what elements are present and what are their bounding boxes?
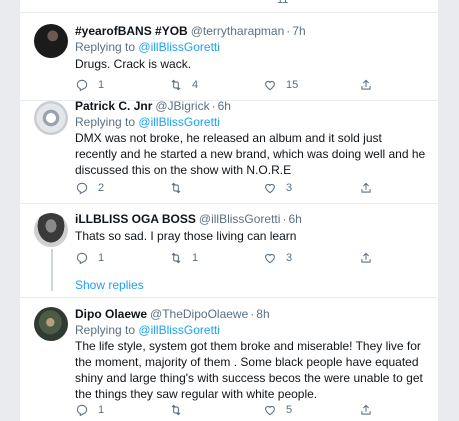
share-button[interactable]: [359, 403, 382, 417]
user-handle[interactable]: @illBlissGoretti: [199, 212, 281, 226]
separator-dot: ·: [250, 307, 255, 321]
user-handle[interactable]: @JBigrick: [155, 99, 209, 113]
share-icon: [361, 79, 371, 90]
heart-icon: [265, 405, 275, 416]
tweet-actions: 1 1 3: [75, 251, 405, 267]
reply-icon: [76, 404, 88, 417]
retweet-button[interactable]: 4: [169, 78, 198, 92]
like-count: 15: [286, 79, 299, 91]
share-icon: [361, 182, 371, 193]
display-name[interactable]: #yearofBANS #YOB: [75, 24, 188, 38]
tweet-actions: 2 3: [75, 181, 405, 197]
separator-dot: ·: [211, 99, 216, 113]
retweet-icon: [171, 182, 181, 194]
retweet-button[interactable]: 1: [169, 251, 198, 265]
reply-button[interactable]: 1: [75, 251, 104, 265]
replying-to: Replying to @illBlissGoretti: [75, 322, 220, 338]
user-handle[interactable]: @terrytharapman: [191, 24, 285, 38]
display-name[interactable]: Patrick C. Jnr: [75, 99, 152, 113]
like-button[interactable]: 3: [263, 251, 292, 265]
share-button[interactable]: [359, 78, 382, 92]
tweet-header: Patrick C. Jnr @JBigrick · 6h: [75, 98, 231, 114]
reply-button[interactable]: 1: [75, 403, 104, 417]
heart-icon: [265, 80, 275, 91]
share-icon: [361, 404, 371, 415]
share-button[interactable]: [359, 181, 382, 195]
reply-icon: [76, 79, 88, 92]
share-button[interactable]: [359, 251, 382, 265]
heart-icon: [265, 253, 275, 264]
mention-link[interactable]: @illBlissGoretti: [138, 40, 220, 54]
show-replies-link[interactable]: Show replies: [75, 278, 144, 292]
retweet-count: 4: [192, 79, 199, 91]
tweet-text: Drugs. Crack is wack.: [75, 57, 192, 71]
share-icon: [361, 252, 371, 263]
like-count-partial: 11: [277, 0, 289, 6]
tweet-text: DMX was not broke, he released an album …: [75, 131, 426, 177]
reply-count: 2: [98, 182, 105, 194]
tweet-actions: 1 4 15: [75, 78, 405, 94]
tweet-actions: 1 5: [75, 403, 405, 419]
tweet-text: Thats so sad. I pray those living can le…: [75, 229, 297, 243]
replying-prefix: Replying to: [75, 40, 136, 54]
like-button[interactable]: 3: [263, 181, 292, 195]
replying-prefix: Replying to: [75, 115, 136, 129]
display-name[interactable]: Dipo Olaewe: [75, 307, 147, 321]
mention-link[interactable]: @illBlissGoretti: [138, 323, 220, 337]
timestamp[interactable]: 6h: [288, 212, 301, 226]
replying-to: Replying to @illBlissGoretti: [75, 114, 220, 130]
like-count: 5: [286, 404, 293, 416]
separator-dot: ·: [282, 212, 287, 226]
display-name[interactable]: iLLBLISS OGA BOSS: [75, 212, 196, 226]
avatar[interactable]: [34, 24, 68, 58]
separator-dot: ·: [286, 24, 291, 38]
tweet-header: #yearofBANS #YOB @terrytharapman · 7h: [75, 23, 306, 39]
retweet-icon: [171, 404, 181, 416]
mention-link[interactable]: @illBlissGoretti: [138, 115, 220, 129]
like-count: 3: [286, 182, 293, 194]
like-count: 3: [286, 252, 293, 264]
tweet-header: iLLBLISS OGA BOSS @illBlissGoretti · 6h: [75, 211, 302, 227]
retweet-icon: [171, 79, 181, 91]
separator: [20, 12, 438, 13]
avatar[interactable]: [34, 307, 68, 341]
reply-count: 1: [98, 404, 105, 416]
like-button[interactable]: 15: [263, 78, 298, 92]
avatar[interactable]: [34, 101, 68, 135]
retweet-button[interactable]: [169, 403, 192, 417]
retweet-count: 1: [192, 252, 199, 264]
replying-to: Replying to @illBlissGoretti: [75, 39, 220, 55]
separator: [20, 203, 438, 204]
like-button[interactable]: 5: [263, 403, 292, 417]
reply-count: 1: [98, 79, 105, 91]
avatar[interactable]: [34, 213, 68, 247]
replying-prefix: Replying to: [75, 323, 136, 337]
retweet-icon: [171, 252, 181, 264]
timestamp[interactable]: 7h: [292, 24, 305, 38]
reply-count: 1: [98, 252, 105, 264]
user-handle[interactable]: @TheDipoOlaewe: [150, 307, 248, 321]
reply-button[interactable]: 2: [75, 181, 104, 195]
tweet-header: Dipo Olaewe @TheDipoOlaewe · 8h: [75, 306, 270, 322]
reply-icon: [76, 182, 88, 195]
timestamp[interactable]: 8h: [256, 307, 269, 321]
reply-icon: [76, 252, 88, 265]
retweet-button[interactable]: [169, 181, 192, 195]
timestamp[interactable]: 6h: [218, 99, 231, 113]
heart-icon: [265, 183, 275, 194]
separator: [20, 297, 438, 298]
thread-line: [51, 249, 53, 291]
reply-button[interactable]: 1: [75, 78, 104, 92]
tweet-text: The life style, system got them broke an…: [75, 339, 423, 401]
